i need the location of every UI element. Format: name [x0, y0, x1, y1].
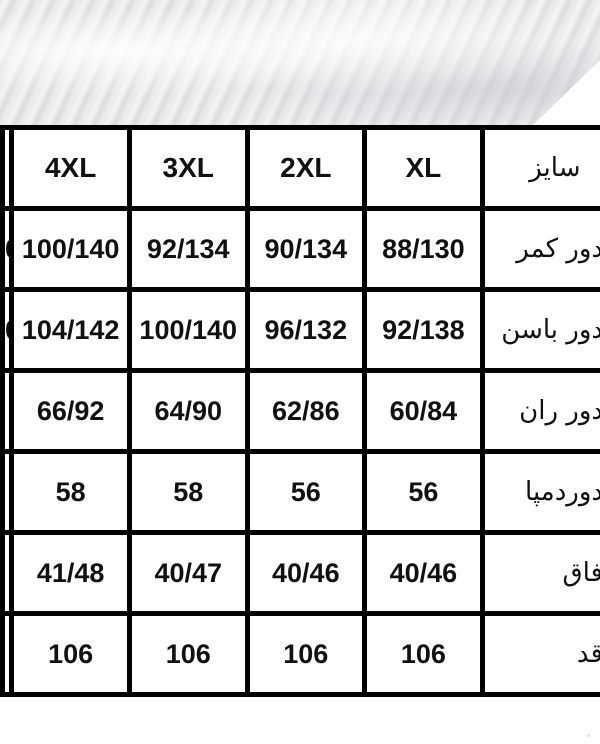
table-header-row: 4XL 3XL 2XL XL سایز — [0, 125, 600, 211]
table-cell: 64/90 — [126, 368, 250, 454]
table-cell: 56 — [362, 449, 485, 535]
row-label: دور کمر — [479, 206, 600, 292]
row-label: فاق — [479, 530, 600, 616]
background-corner-cut — [530, 60, 600, 128]
row-label: دور باسن — [479, 287, 600, 373]
size-chart-table: 4XL 3XL 2XL XL سایز 0 100/140 92/134 90/… — [0, 125, 600, 697]
table-cell: 58 — [126, 449, 250, 535]
table-cell: 41/48 — [9, 530, 132, 616]
table-cell: 92/138 — [362, 287, 485, 373]
table-cell: 100/140 — [9, 206, 132, 292]
table-cell: 106 — [362, 611, 485, 697]
table-cell: 100/140 — [126, 287, 250, 373]
table-cell: 88/130 — [362, 206, 485, 292]
table-cell: 106 — [9, 611, 132, 697]
table-cell-clipped — [0, 368, 15, 454]
header-cell-clipped — [0, 125, 15, 211]
table-row: 0 104/142 100/140 96/132 92/138 دور باسن — [0, 287, 600, 373]
table-cell: 58 — [9, 449, 132, 535]
table-cell-clipped — [0, 449, 15, 535]
row-label: قد — [479, 611, 600, 697]
table-cell-clipped — [0, 530, 15, 616]
table-cell: 90/134 — [244, 206, 368, 292]
table-row: 58 58 56 56 دوردمپا — [0, 449, 600, 535]
table-row: 106 106 106 106 قد — [0, 611, 600, 697]
table-row: 41/48 40/47 40/46 40/46 فاق — [0, 530, 600, 616]
header-cell-size: 3XL — [126, 125, 250, 211]
table-cell-clipped: 0 — [0, 287, 15, 373]
row-label: دوردمپا — [479, 449, 600, 535]
table-cell: 104/142 — [9, 287, 132, 373]
watermark-icon: ▫ — [587, 731, 590, 740]
table-cell: 40/46 — [244, 530, 368, 616]
table-cell-clipped: 0 — [0, 206, 15, 292]
table-cell: 92/134 — [126, 206, 250, 292]
table-row: 0 100/140 92/134 90/134 88/130 دور کمر — [0, 206, 600, 292]
table-cell: 56 — [244, 449, 368, 535]
header-cell-size: 2XL — [244, 125, 368, 211]
table-cell: 96/132 — [244, 287, 368, 373]
table-cell: 40/46 — [362, 530, 485, 616]
table-cell: 106 — [244, 611, 368, 697]
table-cell: 40/47 — [126, 530, 250, 616]
table-cell-clipped — [0, 611, 15, 697]
table-row: 66/92 64/90 62/86 60/84 دور ران — [0, 368, 600, 454]
row-label: دور ران — [479, 368, 600, 454]
header-cell-size: XL — [362, 125, 485, 211]
table-cell: 106 — [126, 611, 250, 697]
header-cell-size: 4XL — [9, 125, 132, 211]
table-cell: 62/86 — [244, 368, 368, 454]
table-cell: 60/84 — [362, 368, 485, 454]
header-cell-size-label: سایز — [479, 125, 600, 211]
table-cell: 66/92 — [9, 368, 132, 454]
background-texture — [0, 0, 600, 128]
